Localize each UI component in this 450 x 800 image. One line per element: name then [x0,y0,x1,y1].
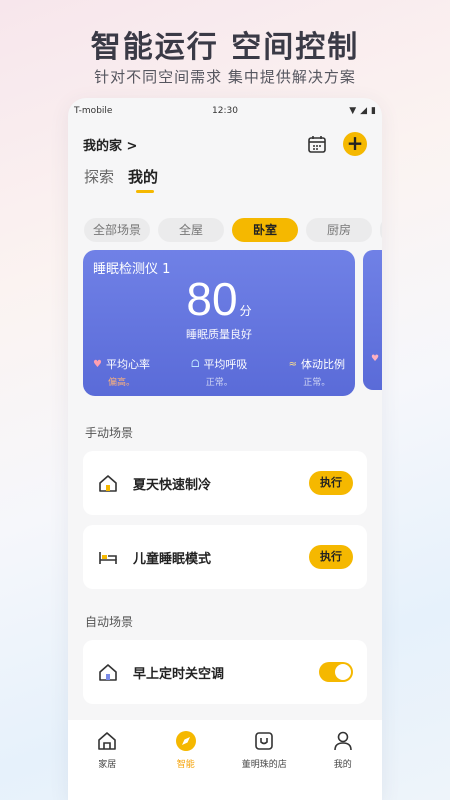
scene-name: 早上定时关空调 [133,666,225,682]
bed-icon [99,552,117,564]
nav-profile[interactable]: 我的 [308,730,378,800]
nav-label: 智能 [176,760,195,770]
nav-label: 我的 [333,760,352,770]
header-actions: + [307,132,367,156]
house-icon [99,475,117,492]
metric-label: 平均呼吸 [203,358,248,371]
home-header: 我的家 > + [68,124,382,164]
score-unit: 分 [239,304,252,318]
sleep-quality: 睡眠质量良好 [186,328,252,341]
metric-motion: ≈ 体动比例 正常。 [289,356,345,388]
filter-bedroom[interactable]: 卧室 [232,218,298,242]
execute-button[interactable]: 执行 [309,471,353,495]
sleep-monitor-card[interactable]: 睡眠检测仪 1 80 分 睡眠质量良好 ♥ 平均心率 偏高。 ᗝ 平均呼吸 正常。 ≈… [83,250,355,396]
metric-breathing: ᗝ 平均呼吸 正常。 [191,356,247,388]
nav-smart[interactable]: 智能 [151,730,221,800]
heart-icon: ♥ [93,358,102,370]
scene-name: 儿童睡眠模式 [133,551,212,567]
home-selector[interactable]: 我的家 > [83,135,137,154]
scene-child-sleep[interactable]: 儿童睡眠模式 执行 [83,525,367,589]
filter-kitchen[interactable]: 厨房 [306,218,372,242]
metric-label: 平均心率 [105,358,150,371]
nav-label: 家居 [98,760,117,770]
status-bar: T-mobile 12:30 ▼ ◢ ▮ [68,98,382,124]
top-tabs: 探索 我的 [68,164,382,200]
metric-value: 正常。 [303,378,331,388]
manual-scenes-label: 手动场景 [85,426,134,440]
sleep-score: 80 分 [83,272,355,326]
sleep-card-carousel: 睡眠检测仪 1 80 分 睡眠质量良好 ♥ 平均心率 偏高。 ᗝ 平均呼吸 正常。 ≈… [68,250,382,396]
metric-value: 正常。 [205,378,233,388]
execute-button[interactable]: 执行 [309,545,353,569]
scene-morning-ac-off[interactable]: 早上定时关空调 [83,640,367,704]
filter-whole-house[interactable]: 全屋 [158,218,224,242]
sleep-metrics: ♥ 平均心率 偏高。 ᗝ 平均呼吸 正常。 ≈ 体动比例 正常。 [93,356,345,388]
user-icon [333,731,352,751]
home-icon [98,732,117,750]
filter-more[interactable] [380,218,382,242]
room-filters: 全部场景 全屋 卧室 厨房 [68,218,382,242]
scene-name: 夏天快速制冷 [133,477,212,493]
shop-icon [255,732,274,750]
hero-subtitle: 针对不同空间需求 集中提供解决方案 [94,68,356,86]
lungs-icon: ᗝ [191,358,200,370]
scene-summer-cooling[interactable]: 夏天快速制冷 执行 [83,451,367,515]
bottom-nav: 家居 智能 董明珠的店 我的 [68,720,382,800]
filter-all-scenes[interactable]: 全部场景 [84,218,150,242]
nav-shop[interactable]: 董明珠的店 [229,730,299,800]
metric-label: 体动比例 [300,358,345,371]
tab-mine[interactable]: 我的 [128,164,158,193]
motion-icon: ≈ [288,358,297,370]
compass-icon [175,731,196,751]
auto-scenes-label: 自动场景 [85,615,134,629]
house-icon [99,664,117,681]
tab-explore[interactable]: 探索 [84,164,114,187]
heart-icon: ♥ [371,354,380,364]
nav-home[interactable]: 家居 [72,730,142,800]
add-button[interactable]: + [343,132,367,156]
phone-screen: T-mobile 12:30 ▼ ◢ ▮ 我的家 > + 探索 我的 全部场景 … [68,98,382,800]
calendar-icon[interactable] [307,134,327,154]
nav-label: 董明珠的店 [241,760,287,770]
score-value: 80 [186,273,238,325]
metric-heart-rate: ♥ 平均心率 偏高。 [93,356,150,388]
scene-toggle[interactable] [319,662,353,682]
clock-label: 12:30 [212,106,238,116]
next-card-peek[interactable]: ♥ [363,250,382,390]
hero-title: 智能运行 空间控制 [90,30,360,65]
metric-value: 偏高。 [107,378,135,388]
